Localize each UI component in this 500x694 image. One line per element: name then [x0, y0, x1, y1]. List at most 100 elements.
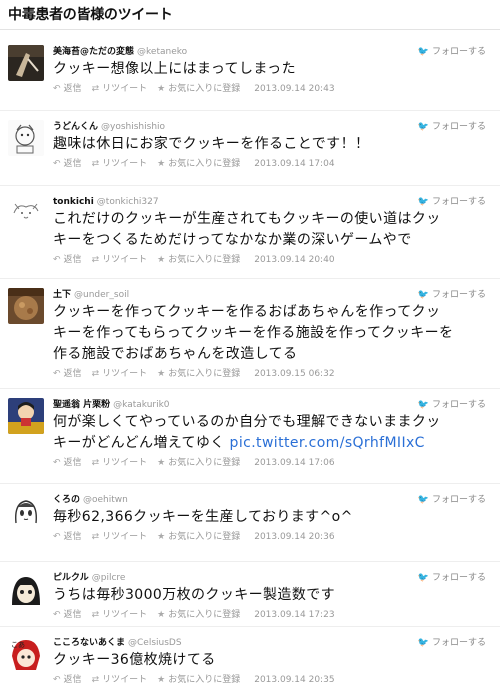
follow-button[interactable]: 🐦 フォローする: [418, 195, 486, 209]
retweet-button[interactable]: ⇄ リツイート: [92, 675, 148, 685]
user-name[interactable]: 聖遥翁 片栗粉: [53, 400, 110, 410]
reply-button[interactable]: ↶ 返信: [53, 675, 82, 685]
reply-button[interactable]: ↶ 返信: [53, 532, 82, 542]
avatar[interactable]: [8, 571, 44, 607]
avatar[interactable]: [8, 195, 44, 231]
reply-button-label: 返信: [63, 159, 82, 169]
tweet-image-link[interactable]: pic.twitter.com/sQrhfMIIxC: [230, 435, 425, 451]
tweet-text-line: 作る施設でおばあちゃんを改造してる: [53, 346, 298, 362]
tweet-divider: [0, 110, 500, 111]
favorite-button[interactable]: ★ お気に入りに登録: [157, 458, 240, 468]
user-handle[interactable]: @ketaneko: [137, 47, 187, 57]
tweet-timestamp[interactable]: 2013.09.14 17:04: [254, 159, 334, 169]
user-name[interactable]: 土下: [53, 290, 71, 300]
avatar[interactable]: こあ: [8, 636, 44, 672]
tweet-actions: ↶ 返信 ⇄ リツイート ★ お気に入りに登録 2013.09.14 20:43: [53, 82, 345, 96]
tweet-timestamp[interactable]: 2013.09.14 20:40: [254, 255, 334, 265]
retweet-icon: ⇄: [91, 159, 100, 169]
user-handle[interactable]: @CelsiusDS: [128, 638, 182, 648]
reply-arrow-icon: ↶: [53, 532, 61, 542]
retweet-button[interactable]: ⇄ リツイート: [92, 532, 148, 542]
retweet-button[interactable]: ⇄ リツイート: [92, 255, 148, 265]
follow-button[interactable]: 🐦 フォローする: [418, 398, 486, 412]
tweet-timestamp[interactable]: 2013.09.14 17:06: [254, 458, 334, 468]
tweet-actions: ↶ 返信 ⇄ リツイート ★ お気に入りに登録 2013.09.14 20:40: [53, 253, 345, 267]
follow-label: フォローする: [431, 197, 486, 207]
user-name[interactable]: ピルクル: [53, 573, 89, 583]
tweet-text: これだけのクッキーが生産されてもクッキーの使い道はクッ キーをつくるためだけってな…: [53, 209, 493, 251]
user-name[interactable]: tonkichi: [53, 197, 94, 207]
twitter-bird-icon: 🐦: [417, 573, 429, 583]
retweet-button[interactable]: ⇄ リツイート: [92, 369, 148, 379]
reply-button[interactable]: ↶ 返信: [53, 610, 82, 620]
retweet-button-label: リツイート: [102, 84, 148, 94]
reply-arrow-icon: ↶: [53, 84, 61, 94]
reply-button[interactable]: ↶ 返信: [53, 84, 82, 94]
tweet-text: クッキーを作ってクッキーを作るおばあちゃんを作ってクッ キーを作ってもらってクッキ…: [53, 302, 493, 365]
follow-button[interactable]: 🐦 フォローする: [418, 45, 486, 59]
favorite-button-label: お気に入りに登録: [168, 675, 241, 685]
follow-button[interactable]: 🐦 フォローする: [418, 493, 486, 507]
tweet-divider: [0, 561, 500, 562]
retweet-icon: ⇄: [91, 675, 100, 685]
star-icon: ★: [157, 255, 166, 265]
reply-button[interactable]: ↶ 返信: [53, 255, 82, 265]
avatar[interactable]: [8, 398, 44, 434]
star-icon: ★: [157, 159, 166, 169]
avatar[interactable]: [8, 120, 44, 156]
twitter-bird-icon: 🐦: [417, 290, 429, 300]
user-name[interactable]: こころないあくま: [53, 638, 125, 648]
user-handle[interactable]: @oehitwn: [83, 495, 128, 505]
favorite-button[interactable]: ★ お気に入りに登録: [157, 610, 240, 620]
follow-button[interactable]: 🐦 フォローする: [418, 571, 486, 585]
retweet-button-label: リツイート: [102, 458, 148, 468]
tweet-actions: ↶ 返信 ⇄ リツイート ★ お気に入りに登録 2013.09.14 17:06: [53, 456, 345, 470]
user-handle[interactable]: @pilcre: [92, 573, 126, 583]
star-icon: ★: [157, 369, 166, 379]
user-name[interactable]: 美海苔@ただの変態: [53, 47, 134, 57]
user-handle[interactable]: @under_soil: [74, 290, 129, 300]
tweet-text: 毎秒62,366クッキーを生産しております^o^: [53, 507, 493, 528]
favorite-button[interactable]: ★ お気に入りに登録: [157, 369, 240, 379]
follow-button[interactable]: 🐦 フォローする: [418, 288, 486, 302]
avatar[interactable]: [8, 288, 44, 324]
user-handle[interactable]: @yoshishishio: [101, 122, 165, 132]
follow-label: フォローする: [431, 122, 486, 132]
tweet-timestamp[interactable]: 2013.09.14 20:43: [254, 84, 334, 94]
user-handle[interactable]: @katakurik0: [113, 400, 169, 410]
reply-button[interactable]: ↶ 返信: [53, 458, 82, 468]
tweet-text-line: 趣味は休日にお家でクッキーを作ることです！！: [53, 136, 370, 152]
star-icon: ★: [157, 84, 166, 94]
reply-button-label: 返信: [63, 84, 82, 94]
tweet-timestamp[interactable]: 2013.09.15 06:32: [254, 369, 334, 379]
follow-button[interactable]: 🐦 フォローする: [418, 636, 486, 650]
tweet-text: クッキー36億枚焼けてる: [53, 650, 493, 671]
reply-button[interactable]: ↶ 返信: [53, 159, 82, 169]
retweet-button[interactable]: ⇄ リツイート: [92, 458, 148, 468]
tweet-timestamp[interactable]: 2013.09.14 17:23: [254, 610, 334, 620]
tweet-actions: ↶ 返信 ⇄ リツイート ★ お気に入りに登録 2013.09.14 17:23: [53, 608, 345, 622]
tweet-divider: [0, 185, 500, 186]
follow-button[interactable]: 🐦 フォローする: [418, 120, 486, 134]
favorite-button[interactable]: ★ お気に入りに登録: [157, 84, 240, 94]
twitter-bird-icon: 🐦: [417, 638, 429, 648]
avatar[interactable]: [8, 493, 44, 529]
reply-arrow-icon: ↶: [53, 610, 61, 620]
reply-button-label: 返信: [63, 610, 82, 620]
reply-button[interactable]: ↶ 返信: [53, 369, 82, 379]
avatar[interactable]: [8, 45, 44, 81]
favorite-button[interactable]: ★ お気に入りに登録: [157, 675, 240, 685]
tweet-timestamp[interactable]: 2013.09.14 20:36: [254, 532, 334, 542]
user-name[interactable]: うどんくん: [53, 122, 98, 132]
retweet-button[interactable]: ⇄ リツイート: [92, 84, 148, 94]
retweet-button[interactable]: ⇄ リツイート: [92, 610, 148, 620]
user-name[interactable]: くろの: [53, 495, 80, 505]
tweet-timestamp[interactable]: 2013.09.14 20:35: [254, 675, 334, 685]
favorite-button[interactable]: ★ お気に入りに登録: [157, 159, 240, 169]
user-handle[interactable]: @tonkichi327: [97, 197, 159, 207]
follow-label: フォローする: [431, 47, 486, 57]
retweet-button[interactable]: ⇄ リツイート: [92, 159, 148, 169]
favorite-button[interactable]: ★ お気に入りに登録: [157, 255, 240, 265]
tweet-actions: ↶ 返信 ⇄ リツイート ★ お気に入りに登録 2013.09.14 17:04: [53, 157, 345, 171]
favorite-button[interactable]: ★ お気に入りに登録: [157, 532, 240, 542]
